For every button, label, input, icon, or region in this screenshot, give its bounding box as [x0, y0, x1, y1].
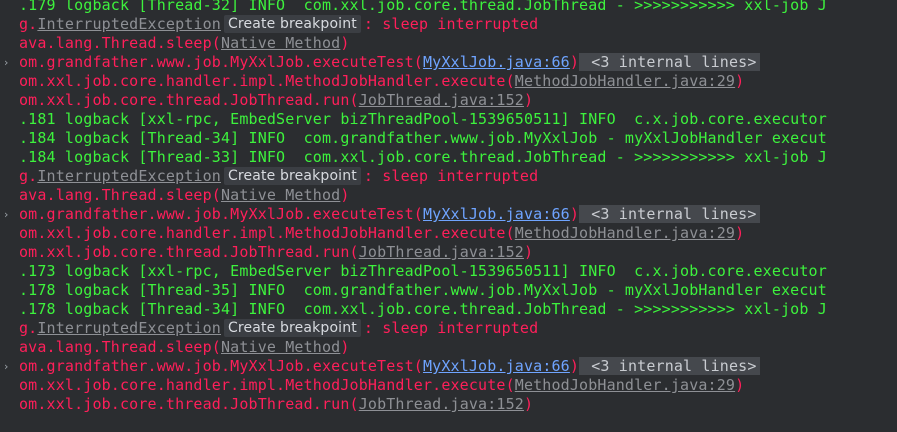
stacktrace-text: : sleep interrupted — [363, 319, 539, 337]
source-reference-link[interactable]: MethodJobHandler.java:29 — [515, 376, 735, 394]
console-output[interactable]: .179 logback [Thread-32] INFO com.xxl.jo… — [0, 0, 897, 432]
console-line: om.grandfather.www.job.MyXxlJob.executeT… — [19, 205, 760, 224]
source-reference-link[interactable]: JobThread.java:152 — [359, 91, 524, 109]
log-text: .184 logback [Thread-33] INFO com.xxl.jo… — [19, 148, 827, 166]
source-file-link[interactable]: MyXxlJob.java:66 — [423, 53, 570, 71]
stacktrace-text: ) — [523, 91, 534, 109]
stacktrace-text: om.xxl.job.core.thread.JobThread.run( — [19, 243, 359, 261]
console-line: .181 logback [xxl-rpc, EmbedServer bizTh… — [19, 110, 827, 129]
stacktrace-text: ) — [735, 376, 745, 394]
source-reference-link[interactable]: MethodJobHandler.java:29 — [515, 72, 735, 90]
console-line: om.xxl.job.core.thread.JobThread.run(Job… — [19, 243, 533, 262]
internal-lines-fold[interactable]: <3 internal lines> — [579, 205, 760, 223]
source-file-link[interactable]: MyXxlJob.java:66 — [423, 357, 570, 375]
console-line: om.xxl.job.core.handler.impl.MethodJobHa… — [19, 376, 744, 395]
stacktrace-text: ava.lang.Thread.sleep( — [19, 186, 221, 204]
stacktrace-text: ) — [569, 357, 580, 375]
stacktrace-text: om.xxl.job.core.thread.JobThread.run( — [19, 395, 359, 413]
stacktrace-text: om.grandfather.www.job.MyXxlJob.executeT… — [19, 357, 423, 375]
stacktrace-text: ) — [735, 224, 745, 242]
stacktrace-text: g. — [19, 319, 38, 337]
stacktrace-text: om.xxl.job.core.handler.impl.MethodJobHa… — [19, 376, 515, 394]
console-line: ava.lang.Thread.sleep(Native Method) — [19, 338, 350, 357]
console-line: g.InterruptedException Create breakpoint:… — [19, 167, 538, 186]
stacktrace-text: om.grandfather.www.job.MyXxlJob.executeT… — [19, 53, 423, 71]
console-line: .178 logback [Thread-34] INFO com.xxl.jo… — [19, 300, 827, 319]
log-text: .184 logback [Thread-34] INFO com.grandf… — [19, 129, 827, 147]
stacktrace-text: g. — [19, 167, 38, 185]
stacktrace-text: ava.lang.Thread.sleep( — [19, 338, 221, 356]
source-reference-link[interactable]: InterruptedException — [37, 15, 221, 33]
stacktrace-text: : sleep interrupted — [363, 15, 539, 33]
stacktrace-text: ) — [735, 72, 745, 90]
console-line: om.xxl.job.core.thread.JobThread.run(Job… — [19, 395, 533, 414]
console-line: om.grandfather.www.job.MyXxlJob.executeT… — [19, 53, 760, 72]
source-reference-link[interactable]: JobThread.java:152 — [359, 243, 524, 261]
log-text: .178 logback [Thread-34] INFO com.xxl.jo… — [19, 300, 827, 318]
create-breakpoint-button[interactable]: Create breakpoint — [224, 319, 361, 337]
console-line: om.xxl.job.core.handler.impl.MethodJobHa… — [19, 72, 744, 91]
console-line: ava.lang.Thread.sleep(Native Method) — [19, 186, 350, 205]
source-reference-link[interactable]: Native Method — [221, 338, 340, 356]
internal-lines-fold[interactable]: <3 internal lines> — [579, 53, 760, 71]
console-line: .179 logback [Thread-32] INFO com.xxl.jo… — [19, 0, 827, 15]
source-reference-link[interactable]: MethodJobHandler.java:29 — [515, 224, 735, 242]
internal-lines-fold[interactable]: <3 internal lines> — [579, 357, 760, 375]
create-breakpoint-button[interactable]: Create breakpoint — [224, 167, 361, 185]
stacktrace-text: ) — [523, 243, 534, 261]
console-line: om.xxl.job.core.thread.JobThread.run(Job… — [19, 91, 533, 110]
stacktrace-text: ) — [569, 53, 580, 71]
source-reference-link[interactable]: InterruptedException — [37, 319, 221, 337]
console-line: ava.lang.Thread.sleep(Native Method) — [19, 34, 350, 53]
stacktrace-text: g. — [19, 15, 38, 33]
log-text: .178 logback [Thread-35] INFO com.grandf… — [19, 281, 827, 299]
console-line: .184 logback [Thread-34] INFO com.grandf… — [19, 129, 827, 148]
source-reference-link[interactable]: InterruptedException — [37, 167, 221, 185]
source-reference-link[interactable]: Native Method — [221, 186, 340, 204]
console-line: g.InterruptedException Create breakpoint:… — [19, 15, 538, 34]
log-text: .181 logback [xxl-rpc, EmbedServer bizTh… — [19, 110, 827, 128]
console-line: g.InterruptedException Create breakpoint:… — [19, 319, 538, 338]
stacktrace-text: ) — [340, 338, 350, 356]
stacktrace-text: ) — [569, 205, 580, 223]
stacktrace-text: ) — [523, 395, 534, 413]
console-line: .173 logback [xxl-rpc, EmbedServer bizTh… — [19, 262, 827, 281]
stacktrace-text: ava.lang.Thread.sleep( — [19, 34, 221, 52]
fold-gutter-icon[interactable]: › — [4, 53, 14, 72]
fold-gutter-icon[interactable]: › — [4, 205, 14, 224]
create-breakpoint-button[interactable]: Create breakpoint — [224, 15, 361, 33]
stacktrace-text: : sleep interrupted — [363, 167, 539, 185]
console-line: om.grandfather.www.job.MyXxlJob.executeT… — [19, 357, 760, 376]
source-reference-link[interactable]: Native Method — [221, 34, 340, 52]
stacktrace-text: ) — [340, 34, 350, 52]
console-line: .184 logback [Thread-33] INFO com.xxl.jo… — [19, 148, 827, 167]
stacktrace-text: om.xxl.job.core.handler.impl.MethodJobHa… — [19, 72, 515, 90]
console-line: om.xxl.job.core.handler.impl.MethodJobHa… — [19, 224, 744, 243]
console-line: .178 logback [Thread-35] INFO com.grandf… — [19, 281, 827, 300]
stacktrace-text: om.xxl.job.core.handler.impl.MethodJobHa… — [19, 224, 515, 242]
stacktrace-text: om.xxl.job.core.thread.JobThread.run( — [19, 91, 359, 109]
stacktrace-text: om.grandfather.www.job.MyXxlJob.executeT… — [19, 205, 423, 223]
log-text: .179 logback [Thread-32] INFO com.xxl.jo… — [19, 0, 827, 14]
source-reference-link[interactable]: JobThread.java:152 — [359, 395, 524, 413]
fold-gutter-icon[interactable]: › — [4, 357, 14, 376]
source-file-link[interactable]: MyXxlJob.java:66 — [423, 205, 570, 223]
stacktrace-text: ) — [340, 186, 350, 204]
log-text: .173 logback [xxl-rpc, EmbedServer bizTh… — [19, 262, 827, 280]
